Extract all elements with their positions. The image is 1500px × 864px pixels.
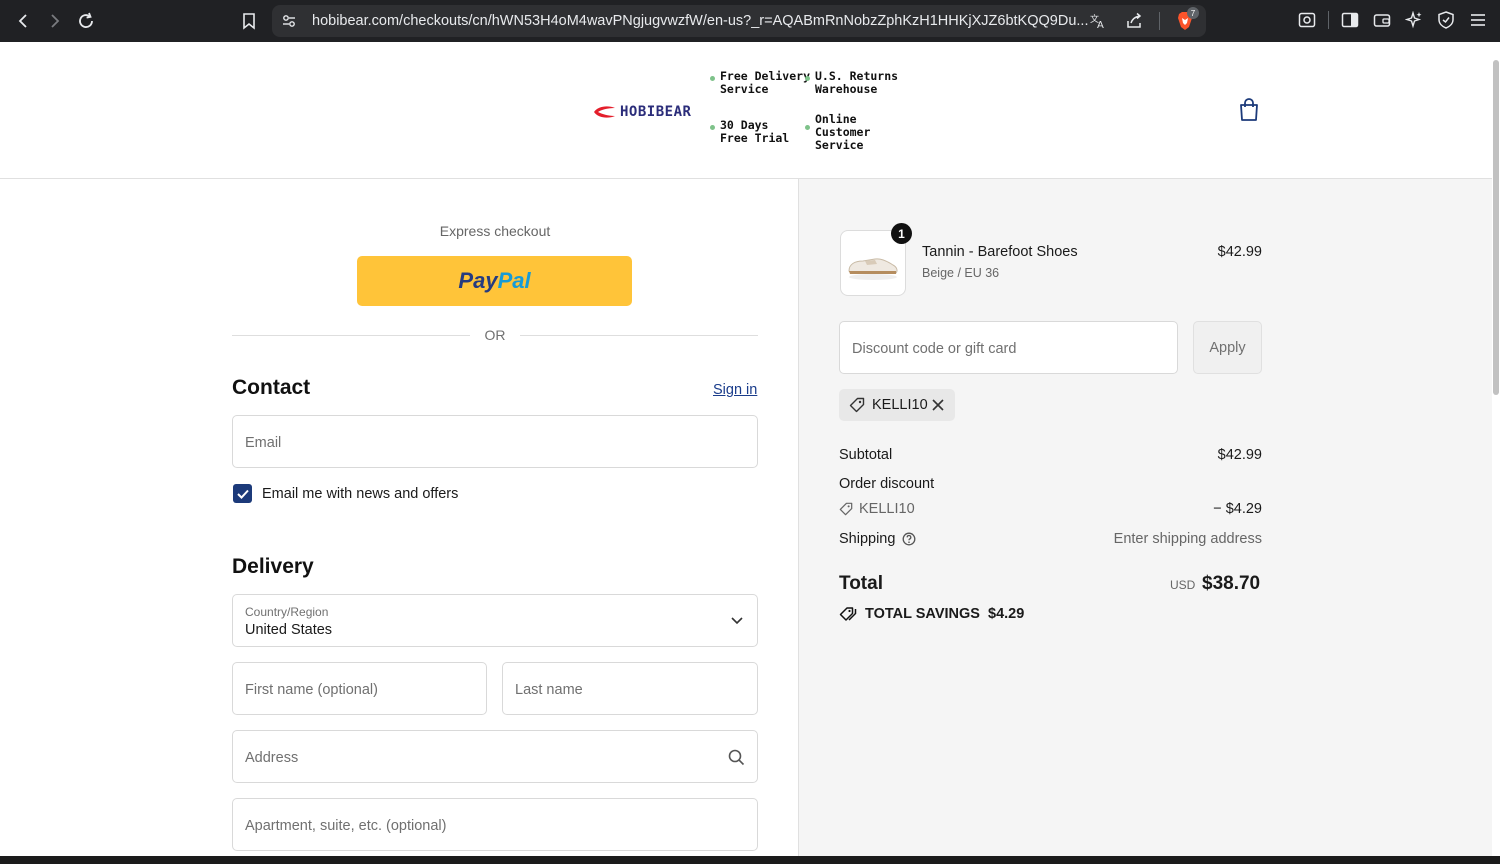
discount-placeholder: Discount code or gift card <box>852 341 1017 357</box>
discount-code-field[interactable]: Discount code or gift card <box>839 321 1178 374</box>
country-value: United States <box>245 622 333 638</box>
reload-icon[interactable] <box>73 8 99 34</box>
site-settings-icon[interactable] <box>281 13 297 34</box>
subtotal-label: Subtotal <box>839 447 893 463</box>
savings-label: TOTAL SAVINGS <box>865 606 980 622</box>
applied-code-text: KELLI10 <box>872 397 928 413</box>
paypal-wordmark-pay: Pay <box>458 268 498 293</box>
hobibear-logo-icon <box>594 106 615 118</box>
brave-shields-icon[interactable]: 7 <box>1174 7 1199 32</box>
screenshot-icon[interactable] <box>1296 9 1318 31</box>
first-name-field[interactable]: First name (optional) <box>232 662 487 715</box>
discount-value: − $4.29 <box>1213 501 1262 517</box>
or-divider: OR <box>232 326 758 344</box>
email-opt-in-checkbox[interactable] <box>233 484 252 503</box>
checkmark-icon <box>236 489 249 499</box>
feature-support: Online Customer Service <box>805 113 870 152</box>
translate-icon[interactable]: 文A <box>1087 10 1109 32</box>
search-icon <box>728 749 745 766</box>
feature-trial: 30 Days Free Trial <box>710 119 790 145</box>
logo-text: HOBIBEAR <box>620 104 692 120</box>
total-savings: TOTAL SAVINGS $4.29 <box>865 606 1024 622</box>
bookmark-icon[interactable] <box>236 8 262 34</box>
savings-tags-icon <box>839 607 857 621</box>
total-value: $38.70 <box>1202 573 1261 594</box>
forward-icon[interactable] <box>41 8 67 34</box>
delivery-heading: Delivery <box>232 555 314 578</box>
help-circle-icon[interactable] <box>902 532 916 546</box>
scrollbar-thumb[interactable] <box>1493 60 1499 395</box>
shipping-value: Enter shipping address <box>1113 531 1262 547</box>
first-name-placeholder: First name (optional) <box>245 682 378 698</box>
feature-line: Warehouse <box>815 82 878 96</box>
svg-text:A: A <box>1097 20 1104 30</box>
feature-line: Free Trial <box>720 131 790 145</box>
sidebar-icon[interactable] <box>1339 9 1361 31</box>
page-scrollbar[interactable] <box>1492 42 1500 856</box>
order-discount-label: Order discount <box>839 476 935 492</box>
total-label: Total <box>839 573 883 594</box>
tag-icon <box>839 502 853 516</box>
bullet-dot <box>710 125 715 130</box>
subtotal-value: $42.99 <box>1217 447 1262 463</box>
shields-badge: 7 <box>1187 7 1199 19</box>
quantity-badge: 1 <box>891 223 912 244</box>
or-label: OR <box>484 327 506 343</box>
discount-code-label: KELLI10 <box>859 501 915 517</box>
email-field[interactable]: Email <box>232 415 758 468</box>
feature-line: Service <box>720 82 769 96</box>
email-placeholder: Email <box>245 435 282 451</box>
paypal-button[interactable]: Pay Pal <box>357 256 632 306</box>
back-icon[interactable] <box>11 8 37 34</box>
shopping-bag-icon[interactable] <box>1238 98 1260 127</box>
email-opt-in-label[interactable]: Email me with news and offers <box>262 486 458 502</box>
share-icon[interactable] <box>1123 10 1145 32</box>
feature-returns: U.S. Returns Warehouse <box>805 70 898 96</box>
bullet-dot <box>805 125 810 130</box>
address-bar[interactable]: hobibear.com/checkouts/cn/hWN53H4oM4wavP… <box>272 5 1206 37</box>
shipping-label: Shipping <box>839 531 896 547</box>
apply-discount-button[interactable]: Apply <box>1193 321 1262 374</box>
window-bottom-edge <box>0 856 1500 864</box>
currency-code: USD <box>1170 578 1196 592</box>
country-label: Country/Region <box>245 605 329 619</box>
country-select[interactable]: Country/Region United States <box>232 594 758 647</box>
last-name-placeholder: Last name <box>515 682 583 698</box>
store-logo[interactable]: HOBIBEAR <box>592 104 691 120</box>
contact-heading: Contact <box>232 376 311 399</box>
tag-icon <box>849 397 865 413</box>
savings-value: $4.29 <box>988 606 1025 622</box>
product-variant: Beige / EU 36 <box>922 266 1000 280</box>
product-name: Tannin - Barefoot Shoes <box>922 244 1078 260</box>
vpn-icon[interactable] <box>1435 9 1457 31</box>
browser-toolbar: hobibear.com/checkouts/cn/hWN53H4oM4wavP… <box>0 0 1500 42</box>
url-text[interactable]: hobibear.com/checkouts/cn/hWN53H4oM4wavP… <box>312 13 1088 29</box>
leo-ai-icon[interactable] <box>1403 9 1425 31</box>
express-checkout-label: Express checkout <box>439 223 551 239</box>
bullet-dot <box>805 76 810 81</box>
address-field[interactable]: Address <box>232 730 758 783</box>
store-header: HOBIBEAR Free Delivery Service U.S. Retu… <box>0 42 1492 179</box>
apartment-placeholder: Apartment, suite, etc. (optional) <box>245 818 447 834</box>
apartment-field[interactable]: Apartment, suite, etc. (optional) <box>232 798 758 851</box>
address-placeholder: Address <box>245 750 299 766</box>
feature-free-delivery: Free Delivery Service <box>710 70 810 96</box>
feature-line: Service <box>815 138 864 152</box>
applied-discount-chip: KELLI10 <box>839 389 955 421</box>
menu-icon[interactable] <box>1467 9 1489 31</box>
wallet-icon[interactable] <box>1371 9 1393 31</box>
bullet-dot <box>710 76 715 81</box>
paypal-wordmark-pal: Pal <box>497 268 531 293</box>
last-name-field[interactable]: Last name <box>502 662 758 715</box>
product-price: $42.99 <box>1217 244 1262 260</box>
sign-in-link[interactable]: Sign in <box>713 382 757 398</box>
close-icon[interactable] <box>932 399 944 411</box>
chevron-down-icon <box>731 617 743 625</box>
